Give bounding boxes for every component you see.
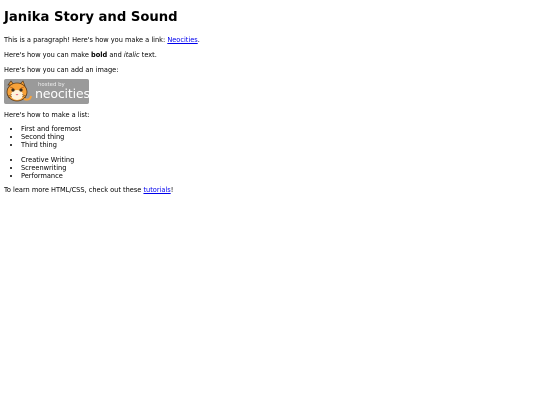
tutorials-paragraph: To learn more HTML/CSS, check out these … (4, 186, 536, 194)
formatting-text-after: text. (139, 51, 157, 59)
hosted-by-neocities-badge: hosted by neocities (4, 79, 89, 104)
intro-text: This is a paragraph! Here's how you make… (4, 36, 168, 44)
page: Janika Story and Sound This is a paragra… (0, 0, 540, 194)
second-list: Creative Writing Screenwriting Performan… (4, 156, 536, 180)
page-title: Janika Story and Sound (4, 10, 178, 25)
formatting-text-middle: and (107, 51, 124, 59)
list-item: Screenwriting (21, 164, 536, 172)
tutorials-link[interactable]: tutorials (143, 186, 170, 194)
neocities-cat-icon (6, 80, 32, 102)
intro-period: . (197, 36, 200, 44)
neocities-link[interactable]: Neocities (167, 36, 197, 44)
tutorials-exclamation: ! (170, 186, 174, 194)
badge-neocities-text: neocities (35, 86, 89, 101)
formatting-paragraph: Here's how you can make bold and italic … (4, 51, 536, 59)
tutorials-text: To learn more HTML/CSS, check out these (4, 186, 144, 194)
image-paragraph: Here's how you can add an image: (4, 66, 119, 74)
bold-text: bold (91, 51, 108, 59)
list-item: Second thing (21, 133, 536, 141)
italic-text: italic (123, 51, 140, 59)
list-item: Third thing (21, 141, 536, 149)
first-list: First and foremost Second thing Third th… (4, 125, 536, 149)
list-paragraph: Here's how to make a list: (4, 111, 90, 119)
formatting-text-before: Here's how you can make (4, 51, 92, 59)
list-item: First and foremost (21, 125, 536, 133)
intro-paragraph: This is a paragraph! Here's how you make… (4, 36, 536, 44)
list-item: Performance (21, 172, 536, 180)
list-item: Creative Writing (21, 156, 536, 164)
